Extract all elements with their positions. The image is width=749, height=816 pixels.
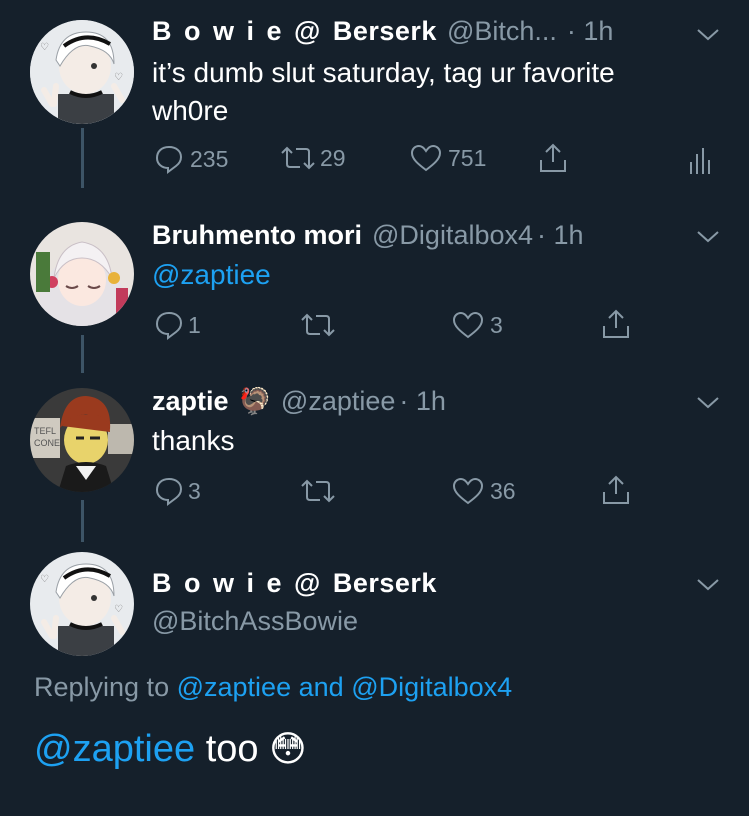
mention-link[interactable]: @zaptiee bbox=[34, 728, 195, 770]
svg-text:CONE: CONE bbox=[34, 438, 60, 448]
avatar[interactable]: TEFL CONE bbox=[30, 388, 134, 492]
timestamp[interactable]: · 1h bbox=[537, 220, 584, 251]
reply-count: 235 bbox=[190, 145, 229, 172]
retweet-icon bbox=[301, 313, 335, 337]
chevron-down-icon[interactable] bbox=[696, 28, 720, 42]
like-button[interactable]: 3 bbox=[452, 311, 503, 339]
reply-count: 3 bbox=[188, 477, 201, 504]
username[interactable]: @zaptiee bbox=[281, 386, 395, 417]
analytics-button[interactable] bbox=[688, 146, 712, 176]
retweet-button[interactable]: 29 bbox=[280, 144, 346, 172]
name-emoji: 🦃 bbox=[238, 386, 271, 416]
retweet-icon bbox=[301, 479, 335, 503]
chevron-down-icon[interactable] bbox=[696, 578, 720, 592]
mention-link[interactable]: @zaptiee bbox=[177, 672, 291, 702]
reply-icon bbox=[155, 145, 183, 174]
share-icon bbox=[540, 143, 566, 172]
reply-button[interactable]: 235 bbox=[154, 144, 228, 174]
svg-text:♡: ♡ bbox=[114, 72, 123, 83]
replying-to: Replying to @zaptiee and @Digitalbox4 bbox=[34, 672, 512, 703]
reply-button[interactable]: 3 bbox=[154, 476, 201, 506]
tweet-text-line: wh0re bbox=[152, 95, 229, 126]
main-tweet-text: @zaptiee too 😳 bbox=[34, 728, 307, 771]
tweet-header: Bruhmento mori @Digitalbox4 · 1h bbox=[152, 220, 584, 251]
like-button[interactable]: 751 bbox=[410, 144, 486, 172]
retweet-icon bbox=[281, 146, 315, 170]
timestamp[interactable]: · 1h bbox=[399, 386, 446, 417]
tweet-header: B o w i e @ Berserk @Bitch... · 1h bbox=[152, 16, 613, 47]
replying-prefix: Replying to bbox=[34, 672, 170, 702]
reply-icon bbox=[155, 477, 183, 506]
share-button[interactable] bbox=[538, 142, 568, 174]
flushed-emoji: 😳 bbox=[269, 728, 307, 769]
like-count: 36 bbox=[490, 477, 516, 504]
replying-and[interactable]: and bbox=[299, 672, 344, 702]
thread-line bbox=[81, 128, 84, 188]
display-name[interactable]: Bruhmento mori bbox=[152, 220, 362, 251]
username[interactable]: @BitchAssBowie bbox=[152, 606, 358, 637]
svg-text:♡: ♡ bbox=[40, 574, 49, 585]
avatar[interactable]: ♡ ♡ bbox=[30, 20, 134, 124]
avatar[interactable]: ♡ ♡ bbox=[30, 552, 134, 656]
svg-text:♡: ♡ bbox=[114, 604, 123, 615]
username[interactable]: @Bitch... bbox=[447, 16, 557, 47]
share-icon bbox=[603, 309, 629, 338]
retweet-button[interactable] bbox=[300, 311, 336, 339]
chevron-down-icon[interactable] bbox=[696, 396, 720, 410]
svg-text:♡: ♡ bbox=[40, 42, 49, 53]
thread-line bbox=[81, 335, 84, 373]
display-name[interactable]: B o w i e @ Berserk bbox=[152, 568, 437, 599]
share-button[interactable] bbox=[601, 308, 631, 340]
like-count: 751 bbox=[448, 144, 487, 171]
svg-text:TEFL: TEFL bbox=[34, 426, 56, 436]
username[interactable]: @Digitalbox4 bbox=[372, 220, 533, 251]
avatar[interactable] bbox=[30, 222, 134, 326]
mention-link[interactable]: @Digitalbox4 bbox=[351, 672, 512, 702]
retweet-button[interactable] bbox=[300, 477, 336, 505]
share-button[interactable] bbox=[601, 474, 631, 506]
like-icon bbox=[452, 477, 484, 505]
thread-line bbox=[81, 500, 84, 542]
tweet-text-line: it’s dumb slut saturday, tag ur favorite bbox=[152, 57, 615, 88]
timestamp[interactable]: · 1h bbox=[567, 16, 614, 47]
like-count: 3 bbox=[490, 311, 503, 338]
retweet-count: 29 bbox=[320, 144, 346, 171]
display-name[interactable]: B o w i e @ Berserk bbox=[152, 16, 437, 47]
share-icon bbox=[603, 475, 629, 504]
tweet-text: thanks bbox=[152, 425, 235, 456]
reply-button[interactable]: 1 bbox=[154, 310, 201, 340]
like-button[interactable]: 36 bbox=[452, 477, 516, 505]
analytics-icon bbox=[690, 148, 710, 174]
tweet-header: zaptie 🦃 @zaptiee · 1h bbox=[152, 386, 446, 417]
tweet-text[interactable]: @zaptiee bbox=[152, 256, 271, 294]
like-icon bbox=[452, 311, 484, 339]
display-name[interactable]: zaptie bbox=[152, 386, 229, 417]
reply-icon bbox=[155, 311, 183, 340]
reply-count: 1 bbox=[188, 311, 201, 338]
tweet-text: it’s dumb slut saturday, tag ur favorite… bbox=[152, 54, 712, 130]
tweet-text: too bbox=[205, 728, 259, 770]
chevron-down-icon[interactable] bbox=[696, 230, 720, 244]
like-icon bbox=[410, 144, 442, 172]
